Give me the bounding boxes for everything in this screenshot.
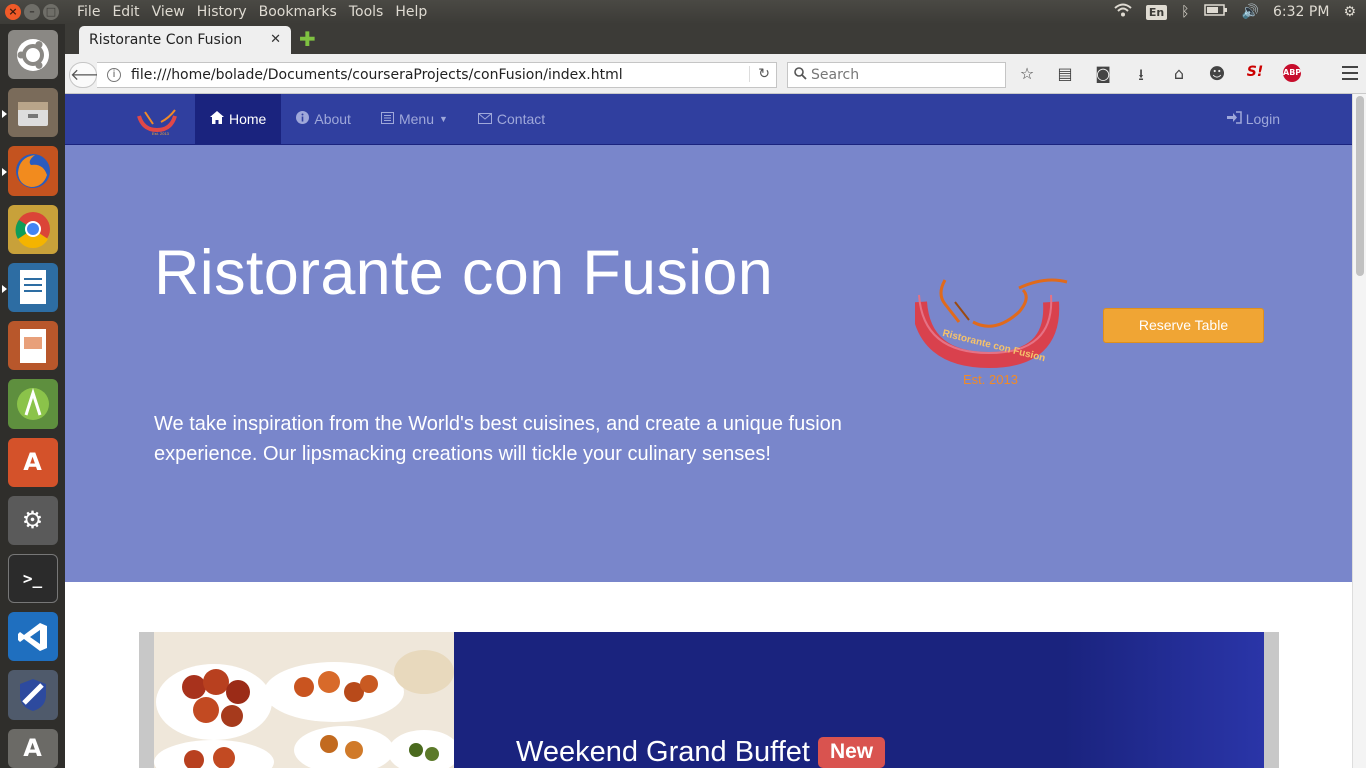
brand-logo[interactable]: Est. 2013 (135, 106, 181, 136)
settings-gear-icon[interactable]: ⚙ (1343, 4, 1356, 20)
new-tab-icon[interactable]: ✚ (299, 29, 316, 49)
nav-home-label: Home (229, 111, 267, 127)
search-placeholder: Search (811, 67, 860, 83)
toolbar-icons: ☆ ▤ ◙ ⭳ ⌂ ☻ S! ABP (1017, 64, 1301, 91)
home-icon (210, 111, 224, 127)
nav-about-label: About (314, 111, 351, 127)
restaurant-title: Ristorante con Fusion (154, 238, 774, 308)
files-icon[interactable] (1, 88, 58, 138)
open-menu-icon[interactable] (1342, 66, 1358, 84)
buffet-image (154, 632, 454, 768)
close-window-button[interactable]: × (5, 4, 21, 20)
caret-down-icon: ▼ (438, 114, 448, 124)
url-text[interactable]: file:///home/bolade/Documents/courseraPr… (131, 67, 623, 83)
reload-icon[interactable]: ↻ (749, 66, 770, 82)
search-input[interactable]: Search (787, 62, 1006, 88)
app-menubar: File Edit View History Bookmarks Tools H… (71, 4, 433, 20)
scrollbar-thumb[interactable] (1356, 96, 1364, 276)
url-bar[interactable]: i file:///home/bolade/Documents/coursera… (97, 62, 777, 88)
menu-help[interactable]: Help (389, 4, 433, 20)
envelope-icon (477, 111, 492, 127)
terminal-icon[interactable]: >_ (7, 553, 58, 604)
vscode-icon[interactable] (7, 612, 58, 662)
nav-menu-dropdown[interactable]: Menu ▼ (366, 94, 463, 144)
clock[interactable]: 6:32 PM (1273, 4, 1329, 20)
tab-strip: Ristorante Con Fusion ✕ ✚ (65, 24, 1366, 54)
home-icon[interactable]: ⌂ (1169, 64, 1189, 91)
navigation-toolbar: 🡐 i file:///home/bolade/Documents/course… (65, 54, 1366, 94)
svg-text:Est. 2013: Est. 2013 (152, 131, 170, 136)
close-tab-icon[interactable]: ✕ (270, 32, 281, 47)
wifi-icon[interactable] (1114, 3, 1132, 21)
info-circle-icon (296, 111, 310, 127)
restaurant-intro: We take inspiration from the World's bes… (154, 413, 842, 465)
buffet-title: Weekend Grand Buffet (516, 736, 810, 768)
search-icon (794, 66, 807, 84)
back-button[interactable]: 🡐 (69, 62, 113, 88)
adblock-icon[interactable]: ABP (1283, 64, 1301, 82)
bluetooth-icon[interactable]: ᛒ (1181, 4, 1189, 20)
volume-icon[interactable]: 🔊 (1242, 4, 1259, 20)
login-link[interactable]: Login (1226, 94, 1280, 144)
bookmark-star-icon[interactable]: ☆ (1017, 64, 1037, 91)
list-alt-icon (380, 111, 394, 127)
page-scrollbar[interactable] (1352, 94, 1366, 768)
site-navbar: Est. 2013 Home About Menu ▼ Contact Logi… (65, 94, 1352, 145)
ubuntu-launcher: A ⚙ >_ A (0, 24, 65, 768)
chrome-icon[interactable] (7, 204, 58, 254)
downloads-icon[interactable]: ⭳ (1131, 64, 1151, 91)
libreoffice-impress-icon[interactable] (7, 321, 58, 371)
restaurant-logo: Ristorante con Fusion Est. 2013 (911, 272, 1075, 387)
battery-icon[interactable] (1203, 4, 1228, 20)
menu-history[interactable]: History (191, 4, 253, 20)
maximize-window-button[interactable]: □ (43, 4, 59, 20)
menu-edit[interactable]: Edit (106, 4, 145, 20)
firefox-icon[interactable] (1, 146, 58, 196)
nav-home[interactable]: Home (195, 94, 282, 144)
shield-icon[interactable] (7, 670, 58, 720)
ubuntu-dash-icon[interactable] (7, 30, 58, 80)
logo-est-text: Est. 2013 (963, 372, 1018, 387)
menu-bookmarks[interactable]: Bookmarks (253, 4, 343, 20)
minimize-window-button[interactable]: – (24, 4, 40, 20)
page-viewport: Est. 2013 Home About Menu ▼ Contact Logi… (65, 94, 1352, 768)
menu-tools[interactable]: Tools (343, 4, 390, 20)
tab-title: Ristorante Con Fusion (89, 32, 243, 48)
system-tray: En ᛒ 🔊 6:32 PM ⚙ (1114, 3, 1356, 21)
nav-menu-label: Menu (398, 111, 434, 127)
chat-icon[interactable]: ☻ (1207, 64, 1227, 91)
carousel-slide: Weekend Grand Buffet New (154, 632, 1264, 768)
new-badge: New (817, 737, 886, 768)
reader-view-icon[interactable]: ▤ (1055, 64, 1075, 91)
firefox-window: Ristorante Con Fusion ✕ ✚ 🡐 i file:///ho… (65, 24, 1366, 768)
nav-about[interactable]: About (281, 94, 366, 144)
nav-contact[interactable]: Contact (463, 94, 560, 144)
login-label: Login (1245, 111, 1280, 127)
trash-icon[interactable]: A (7, 728, 58, 768)
nav-links: Home About Menu ▼ Contact (195, 94, 560, 144)
menu-view[interactable]: View (146, 4, 191, 20)
jumbotron: Ristorante con Fusion We take inspiratio… (65, 145, 1352, 582)
android-studio-icon[interactable] (7, 379, 58, 429)
carousel-slide-title: Weekend Grand Buffet New (516, 736, 886, 768)
menu-file[interactable]: File (71, 4, 106, 20)
reserve-table-button[interactable]: Reserve Table (1103, 308, 1264, 343)
window-controls: × – □ (5, 4, 65, 20)
libreoffice-writer-icon[interactable] (1, 262, 58, 313)
site-info-icon[interactable]: i (107, 68, 121, 82)
tab-ristorante[interactable]: Ristorante Con Fusion ✕ (79, 26, 291, 54)
extension-s-icon[interactable]: S! (1245, 64, 1265, 91)
pocket-icon[interactable]: ◙ (1093, 64, 1113, 91)
carousel: Weekend Grand Buffet New (139, 632, 1279, 768)
nav-contact-label: Contact (496, 111, 546, 127)
keyboard-layout-indicator[interactable]: En (1145, 4, 1168, 20)
log-in-icon (1226, 111, 1242, 127)
system-top-panel: × – □ File Edit View History Bookmarks T… (0, 0, 1366, 24)
system-settings-icon[interactable]: ⚙ (7, 495, 58, 545)
software-center-icon[interactable]: A (7, 437, 58, 487)
